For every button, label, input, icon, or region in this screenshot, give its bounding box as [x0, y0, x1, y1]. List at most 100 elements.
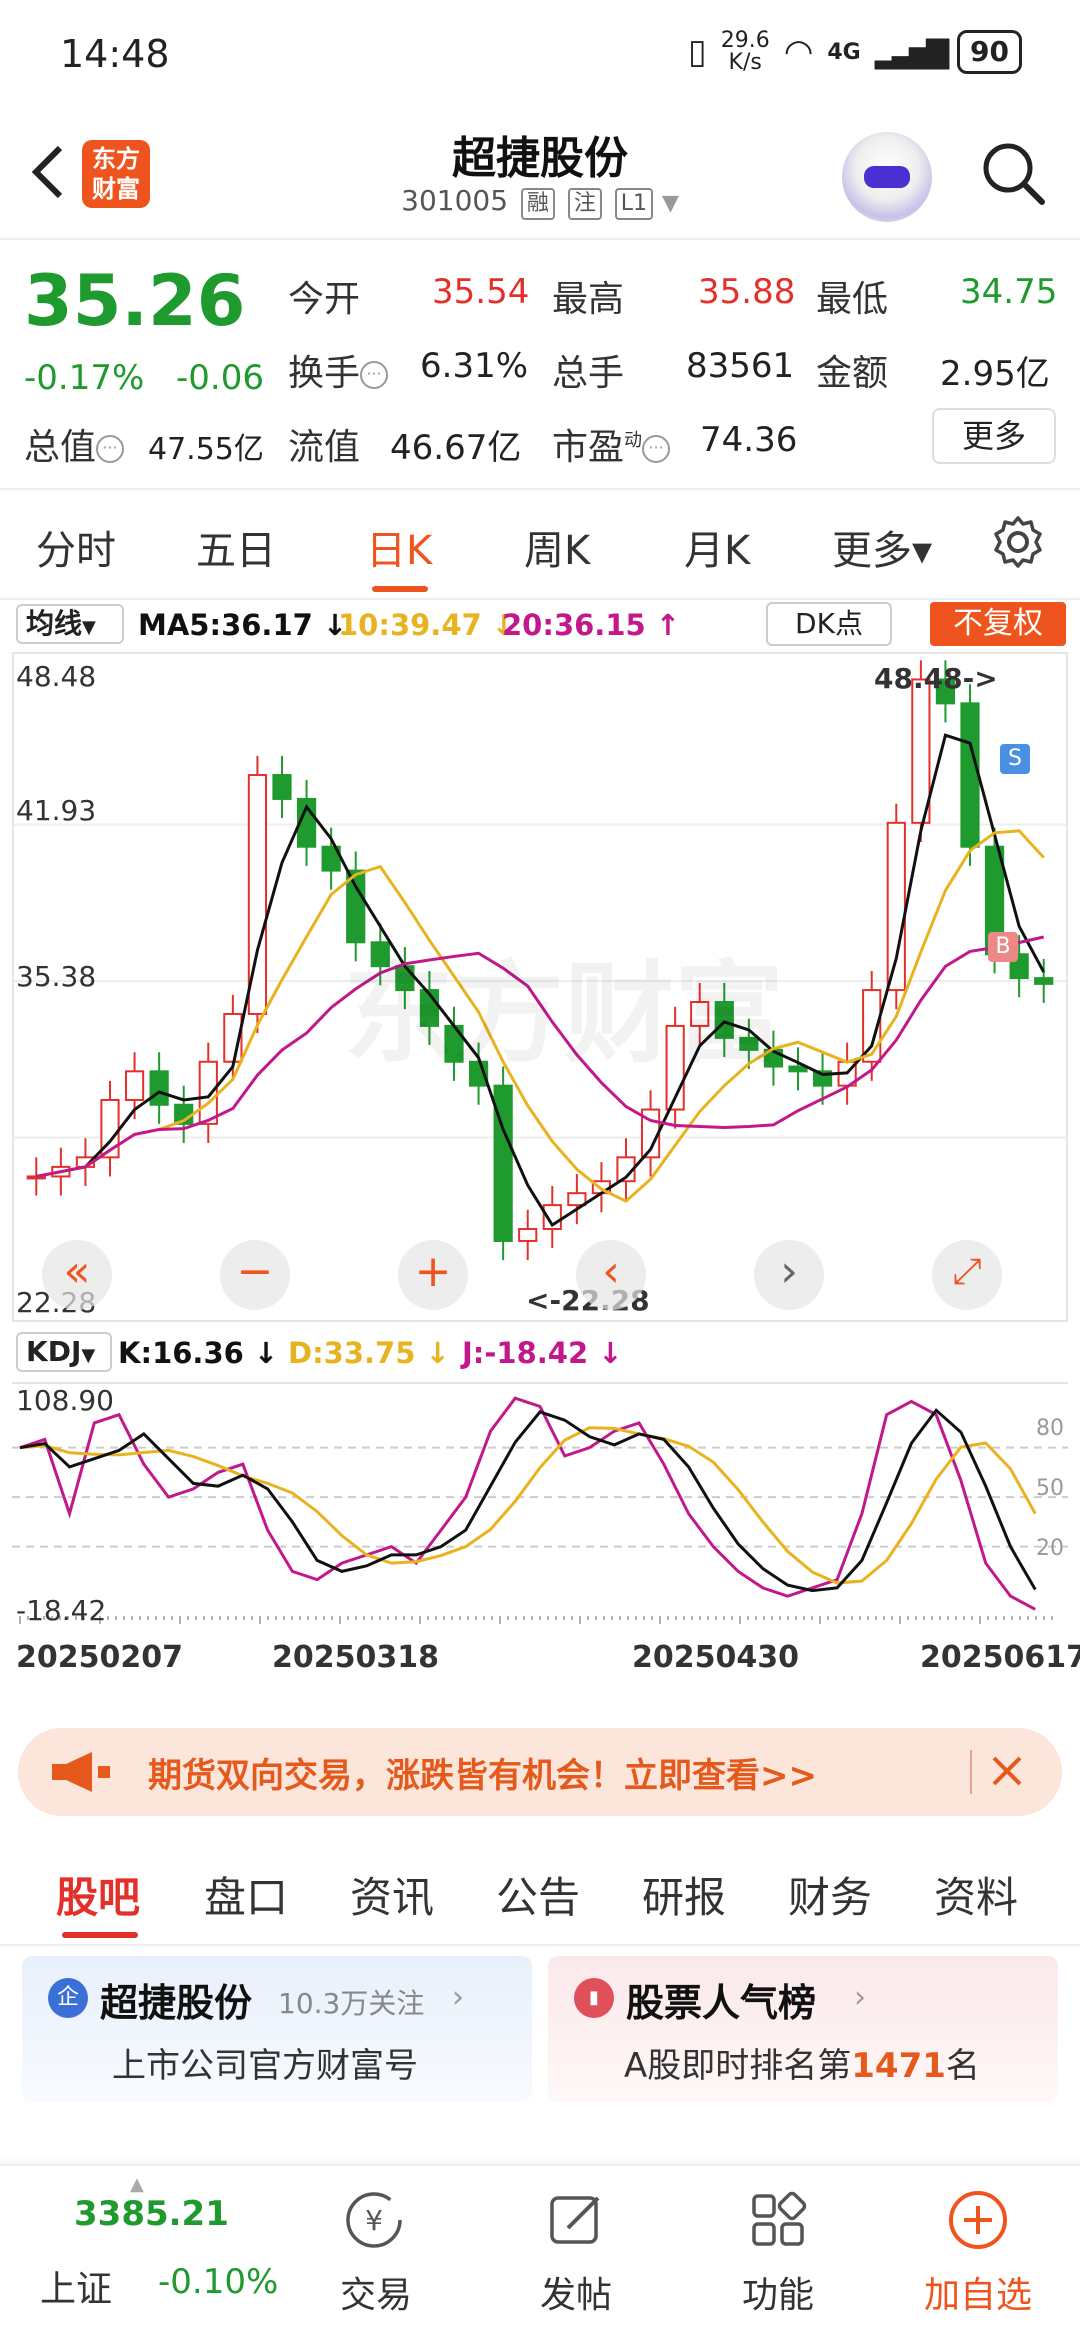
chevron-down-icon: ▼: [82, 617, 96, 638]
kdj-level-50: 50: [1036, 1476, 1064, 1501]
tab-intraday[interactable]: 分时: [36, 518, 116, 576]
scroll-right-icon[interactable]: ›: [754, 1240, 824, 1310]
add-plus-icon[interactable]: [946, 2188, 1010, 2252]
kdj-selector-label: KDJ: [26, 1335, 82, 1368]
high-marker-label: 48.48->: [874, 662, 998, 695]
wifi-icon: ◠: [783, 32, 814, 72]
tab-monthly-k[interactable]: 月K: [684, 518, 750, 576]
candle-body: [911, 678, 931, 824]
tab-finance[interactable]: 财务: [788, 1864, 872, 1925]
nav-functions[interactable]: 功能: [708, 2266, 848, 2318]
tag-margin: 融: [520, 188, 555, 220]
ma10-text: 10:39.47: [338, 608, 482, 642]
rank-prefix: A股即时排名第: [624, 2046, 852, 2086]
open-label: 今开: [288, 279, 361, 320]
gear-icon[interactable]: [990, 514, 1046, 570]
sell-signal-badge: S: [1000, 744, 1030, 774]
change-amount: -0.06: [176, 358, 264, 398]
banner-text: 期货双向交易，涨跌皆有机会！立即查看>>: [148, 1756, 817, 1796]
scroll-left-icon[interactable]: ‹: [576, 1240, 646, 1310]
pe-value: 74.36: [700, 420, 798, 460]
indicator-selector[interactable]: 均线▼: [16, 604, 124, 644]
chevron-down-icon: ▼: [81, 1345, 96, 1366]
kline-chart[interactable]: 48.48 41.93 35.38 22.28 48.48-> <-22.28 …: [12, 652, 1068, 1322]
enterprise-icon: 企: [48, 1978, 88, 2018]
chevron-right-icon: ›: [452, 1980, 464, 2015]
compose-icon[interactable]: [544, 2188, 608, 2252]
assistant-robot-icon[interactable]: [842, 132, 932, 222]
scroll-left-fast-icon[interactable]: «: [42, 1240, 112, 1310]
status-time: 14:48: [60, 32, 170, 76]
kdj-d-text: D:33.75: [288, 1336, 416, 1370]
stock-header: 东方 财富 超捷股份 301005 融 注 L1 ▼: [0, 110, 1080, 240]
pe-sup: 动: [624, 430, 643, 451]
search-icon[interactable]: [978, 138, 1048, 208]
turnover-value: 6.31%: [420, 346, 529, 386]
date-label: 20250318: [272, 1640, 439, 1675]
rank-number: 1471: [851, 2046, 946, 2086]
price-axis-label: 48.48: [16, 660, 97, 693]
content-tabs: 股吧 盘口 资讯 公告 研报 财务 资料: [0, 1836, 1080, 1946]
candle-body: [567, 1192, 587, 1207]
high-value: 35.88: [698, 272, 796, 312]
fullscreen-icon[interactable]: ⤢: [932, 1240, 1002, 1310]
bottom-bar: 3385.21 ▲ 上证 -0.10% ¥ 交易 发帖 功能 加自选: [0, 2164, 1080, 2340]
tab-profile[interactable]: 资料: [934, 1864, 1018, 1925]
kdj-k-arrow: ↓: [253, 1336, 279, 1370]
kdj-k-value: K:16.36 ↓: [118, 1336, 278, 1370]
tab-daily-k[interactable]: 日K: [366, 518, 432, 576]
nav-trade[interactable]: 交易: [306, 2266, 446, 2318]
kdj-selector[interactable]: KDJ▼: [16, 1332, 112, 1372]
kdj-level-20: 20: [1036, 1536, 1064, 1561]
candle-body: [124, 1070, 145, 1101]
signal-label: 4G: [827, 39, 861, 65]
price-axis-label: 35.38: [16, 960, 97, 993]
tab-weekly-k[interactable]: 周K: [524, 518, 590, 576]
buy-signal-badge: B: [988, 932, 1018, 962]
zoom-in-icon[interactable]: +: [398, 1240, 468, 1310]
candle-body: [272, 774, 292, 800]
tab-forum[interactable]: 股吧: [56, 1864, 140, 1925]
tab-five-day[interactable]: 五日: [196, 518, 276, 576]
ma5-value: MA5:36.17 ↓: [138, 608, 347, 642]
index-value[interactable]: 3385.21: [74, 2194, 229, 2234]
caret-up-icon: ▲: [130, 2174, 144, 2195]
nav-add-watchlist[interactable]: 加自选: [908, 2266, 1048, 2318]
ranking-icon: ▮: [574, 1978, 614, 2018]
tab-announcements[interactable]: 公告: [496, 1864, 580, 1925]
kdj-d-line: [19, 1426, 1037, 1585]
nav-post[interactable]: 发帖: [506, 2266, 646, 2318]
yen-trade-icon[interactable]: ¥: [342, 2188, 406, 2252]
battery-icon: 90: [957, 30, 1022, 74]
tab-more[interactable]: 更多▾: [832, 518, 932, 576]
mktcap-value: 47.55亿: [148, 432, 264, 467]
no-adjust-button[interactable]: 不复权: [930, 602, 1066, 646]
kdj-axis-bottom: -18.42: [16, 1594, 107, 1627]
close-icon[interactable]: [982, 1746, 1032, 1796]
kdj-legend-row: KDJ▼ K:16.36 ↓ D:33.75 ↓ J:-18.42 ↓: [0, 1328, 1080, 1378]
more-quote-button[interactable]: 更多: [932, 408, 1056, 464]
info-icon[interactable]: ···: [360, 361, 389, 389]
kdj-svg: [12, 1396, 1068, 1624]
grid-apps-icon[interactable]: [746, 2188, 810, 2252]
vibrate-icon: ▯: [687, 32, 707, 72]
kdj-j-line: [19, 1396, 1036, 1611]
tab-orderbook[interactable]: 盘口: [204, 1864, 288, 1925]
tab-news[interactable]: 资讯: [350, 1864, 434, 1925]
dropdown-caret-icon[interactable]: ▼: [662, 191, 679, 216]
dk-point-selector[interactable]: DK点: [766, 602, 892, 646]
info-icon[interactable]: ···: [642, 435, 671, 463]
tab-research[interactable]: 研报: [642, 1864, 726, 1925]
status-bar: 14:48 ▯ 29.6 K/s ◠ 4G ▂▃▅▇ 90: [0, 0, 1080, 110]
promo-banner[interactable]: 期货双向交易，涨跌皆有机会！立即查看>>: [18, 1728, 1062, 1816]
company-account-card[interactable]: 企 超捷股份 10.3万关注 › 上市公司官方财富号: [22, 1956, 532, 2102]
zoom-out-icon[interactable]: −: [220, 1240, 290, 1310]
kdj-axis-top: 108.90: [16, 1384, 114, 1417]
popularity-card[interactable]: ▮ 股票人气榜 › A股即时排名第1471名: [548, 1956, 1058, 2102]
candle-body: [198, 1060, 218, 1125]
popularity-sub: A股即时排名第1471名: [624, 2038, 980, 2087]
date-label: 20250207: [16, 1640, 183, 1675]
pe-label-text: 市盈: [552, 427, 625, 468]
info-icon[interactable]: ···: [96, 435, 125, 463]
kdj-chart[interactable]: 108.90 -18.42 80 50 20: [12, 1382, 1068, 1627]
